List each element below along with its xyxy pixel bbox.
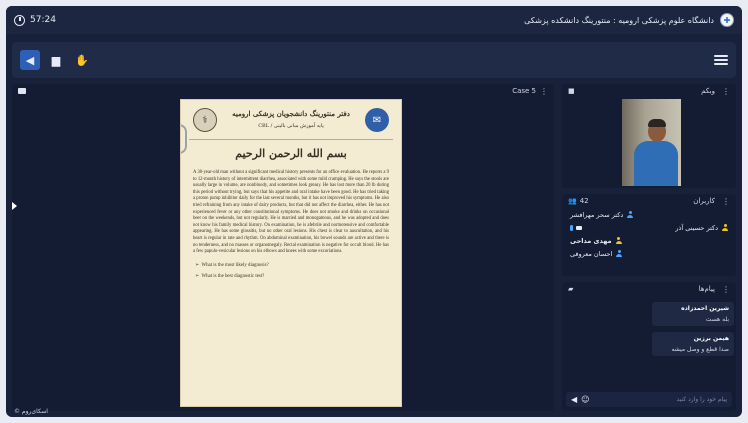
more-options-icon[interactable]: ⋮ [722,197,730,206]
more-options-icon[interactable]: ⋮ [722,285,730,294]
more-options-icon[interactable]: ⋮ [722,87,730,96]
users-label: کاربران [693,197,715,205]
chat-messages: شیرین احمدزاده بله هست هیمن برزین صدا قط… [652,302,734,362]
user-name: دکتر حسینی آذر [675,223,718,232]
emoji-icon[interactable]: ☺ [581,395,589,404]
university-logo-icon: ✚ [720,13,734,27]
speaker-button[interactable]: ◀ [20,50,40,70]
menu-bar [714,63,728,65]
mouse-cursor-icon [12,202,17,210]
folder-icon[interactable] [18,88,26,94]
case-document: ⚕ دفتر منتورینگ دانشجویان پزشکی ارومیه پ… [180,99,402,407]
university-seal-icon: ⚕ [193,108,217,132]
document-button[interactable]: ▆ [46,50,66,70]
user-row[interactable]: احسان معروفی [562,247,736,260]
user-row[interactable]: مهدی مداحی [562,234,736,247]
user-name: احسان معروفی [570,249,613,258]
timer-value: 57:24 [30,15,56,25]
toolbar: ◀ ▆ ✋ [12,42,736,78]
chat-input[interactable]: ◀ ☺ پیام خود را وارد کنید [566,392,732,407]
webcam-panel: ■ ⋮ وبکم [562,84,736,188]
user-name: مهدی مداحی [570,236,612,245]
presentation-label: Case 5 [512,87,536,95]
chat-message: هیمن برزین صدا قطع و وصل میشه [652,332,734,356]
message-author: هیمن برزین [693,335,729,342]
users-panel: 👥 42 ⋮ کاربران دکتر سحر مهرافشر دکتر حسین… [562,194,736,276]
message-text: بله هست [705,316,729,323]
webcam-label: وبکم [701,87,715,95]
question-item: ➢ What is the most likely diagnosis? [195,262,269,268]
presentation-header: Case 5 ⋮ [12,84,554,98]
camera-icon: ■ [568,87,575,95]
chat-message: شیرین احمدزاده بله هست [652,302,734,326]
video-person-body [634,141,678,186]
clock-icon [14,14,25,26]
case-questions: ➢ What is the most likely diagnosis? ➢ W… [195,262,389,279]
chat-label: پیام‌ها [698,285,715,293]
raise-hand-button[interactable]: ✋ [72,50,92,70]
room-title: ✚ دانشگاه علوم پزشکی ارومیه : منتورینگ د… [524,13,734,27]
users-icon: 👥 [568,197,577,205]
webcam-video [622,99,681,186]
menu-bar [714,59,728,61]
room-title-text: دانشگاه علوم پزشکی ارومیه : منتورینگ دان… [524,15,714,25]
question-item: ➢ What is the best diagnostic test? [195,273,265,279]
send-icon[interactable]: ◀ [571,395,577,404]
app-window: 57:24 ✚ دانشگاه علوم پزشکی ارومیه : منتو… [6,6,742,417]
user-media-status [570,224,582,231]
microphone-icon [570,224,573,231]
top-bar: 57:24 ✚ دانشگاه علوم پزشکی ارومیه : منتو… [6,6,742,34]
document-letterhead: ⚕ دفتر منتورینگ دانشجویان پزشکی ارومیه پ… [189,106,393,140]
chat-placeholder: پیام خود را وارد کنید [676,396,727,403]
document-basmala: بسم الله الرحمن الرحیم [235,147,347,160]
speaker-icon: ◀ [25,53,35,67]
users-count: 42 [579,197,589,205]
message-author: شیرین احمدزاده [681,305,729,312]
chat-panel: ▰ ⋮ پیام‌ها شیرین احمدزاده بله هست هیمن ب… [562,282,736,411]
user-name: دکتر سحر مهرافشر [570,210,624,219]
paperclip-icon [181,124,187,154]
message-text: صدا قطع و وصل میشه [671,346,729,353]
presentation-panel: Case 5 ⋮ ⚕ دفتر منتورینگ دانشجویان پزشکی… [12,84,554,411]
user-row[interactable]: دکتر حسینی آذر [562,221,736,234]
user-icon [722,224,728,231]
user-icon [616,250,623,257]
user-row[interactable]: دکتر سحر مهرافشر [562,208,736,221]
menu-bar [714,55,728,57]
video-person-hair [648,119,666,127]
session-timer: 57:24 [14,14,56,26]
hand-icon: ✋ [75,53,89,67]
document-subtitle: پایه آموزش مبانی بالینی / CBL [258,123,324,129]
user-icon [627,211,634,218]
case-text: A 38-year-old man without a significant … [193,170,389,255]
webcam-header: ■ ⋮ وبکم [562,84,736,98]
menu-button[interactable] [714,55,728,65]
chat-icon: ▰ [568,285,574,293]
mentoring-logo-icon: ✉ [365,108,389,132]
chat-header: ▰ ⋮ پیام‌ها [562,282,736,296]
more-options-icon[interactable]: ⋮ [540,87,548,96]
brand-footer: اسکای‌روم © [14,408,48,415]
screen-frame: 57:24 ✚ دانشگاه علوم پزشکی ارومیه : منتو… [0,0,748,423]
users-header: 👥 42 ⋮ کاربران [562,194,736,208]
document-icon: ▆ [51,53,61,67]
user-icon [615,237,622,244]
camera-icon [576,225,582,230]
document-org: دفتر منتورینگ دانشجویان پزشکی ارومیه [232,109,350,118]
